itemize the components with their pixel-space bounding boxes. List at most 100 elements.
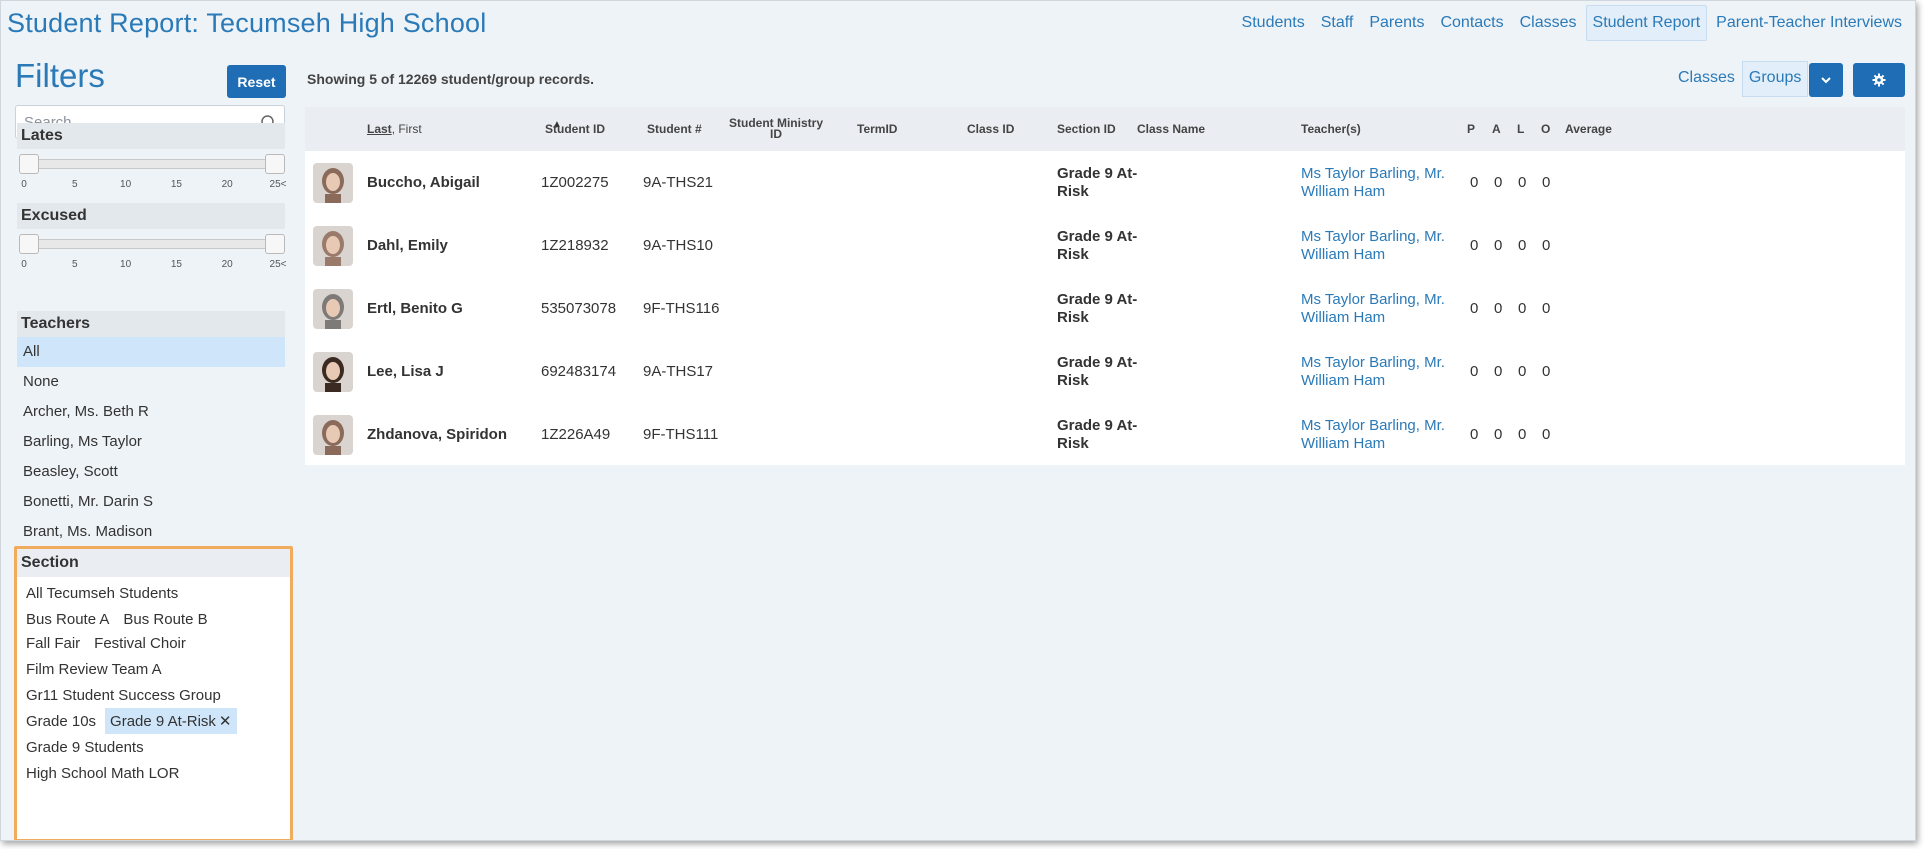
- reset-button[interactable]: Reset: [227, 65, 286, 98]
- teacher-link[interactable]: Ms Taylor Barling, Mr. William Ham: [1301, 354, 1461, 390]
- student-name[interactable]: Lee, Lisa J: [367, 340, 444, 403]
- col-l[interactable]: L: [1517, 107, 1524, 151]
- section-row: High School Math LOR: [21, 759, 188, 787]
- teacher-item[interactable]: Beasley, Scott: [17, 457, 285, 487]
- section-chip[interactable]: Grade 10s: [21, 709, 101, 734]
- student-number-cell-text: 9A-THS17: [643, 363, 714, 380]
- teacher-link[interactable]: Ms Taylor Barling, Mr. William Ham: [1301, 291, 1461, 327]
- nav-link-student-report[interactable]: Student Report: [1585, 5, 1708, 41]
- section-id-cell: Grade 9 At-Risk: [1057, 277, 1153, 340]
- excused-tick-label: 5: [72, 259, 78, 270]
- lates-slider-max-handle[interactable]: [265, 154, 285, 174]
- a-cell-text: 0: [1494, 300, 1503, 317]
- teachers-cell[interactable]: Ms Taylor Barling, Mr. William Ham: [1301, 277, 1461, 340]
- col-class-name[interactable]: Class Name: [1137, 107, 1205, 151]
- section-chip-label: Fall Fair: [26, 634, 81, 652]
- student-name[interactable]: Zhdanova, Spiridon: [367, 403, 507, 466]
- view-toggle-classes[interactable]: Classes: [1671, 61, 1742, 97]
- o-cell: 0: [1542, 214, 1550, 277]
- nav-link-parents[interactable]: Parents: [1362, 5, 1431, 41]
- section-row: Fall Fair Festival Choir: [21, 629, 195, 657]
- records-count: Showing 5 of 12269 student/group records…: [307, 71, 595, 87]
- section-chip[interactable]: Grade 9 At-Risk ✕: [105, 708, 237, 734]
- table-row[interactable]: Zhdanova, Spiridon 1Z226A49 9F-THS111 Grade…: [305, 403, 1905, 466]
- section-chip-label: Gr11 Student Success Group: [26, 686, 221, 704]
- section-chip[interactable]: Fall Fair: [21, 631, 85, 656]
- student-name[interactable]: Buccho, Abigail: [367, 151, 480, 214]
- teacher-link[interactable]: Ms Taylor Barling, Mr. William Ham: [1301, 228, 1461, 264]
- lates-slider-track[interactable]: [25, 159, 279, 169]
- col-ministry-id[interactable]: Student Ministry ID: [723, 107, 829, 151]
- settings-button[interactable]: [1853, 63, 1905, 97]
- nav-link-classes[interactable]: Classes: [1513, 5, 1584, 41]
- student-name-text[interactable]: Dahl, Emily: [367, 237, 448, 254]
- excused-slider-track[interactable]: [25, 239, 279, 249]
- table-row[interactable]: Lee, Lisa J 692483174 9A-THS17 Grade 9 At-R…: [305, 340, 1905, 403]
- teachers-cell[interactable]: Ms Taylor Barling, Mr. William Ham: [1301, 340, 1461, 403]
- remove-icon[interactable]: ✕: [219, 713, 232, 730]
- nav-link-students[interactable]: Students: [1235, 5, 1312, 41]
- student-number-cell: 9F-THS116: [643, 277, 719, 340]
- student-name-text[interactable]: Lee, Lisa J: [367, 363, 444, 380]
- col-class-id[interactable]: Class ID: [967, 107, 1014, 151]
- section-chip[interactable]: Bus Route A: [21, 607, 114, 632]
- lates-slider[interactable]: 0 5 10 15 20 25<: [19, 149, 286, 190]
- table-row[interactable]: Ertl, Benito G 535073078 9F-THS116 Grade 9 …: [305, 277, 1905, 340]
- nav-link-staff[interactable]: Staff: [1314, 5, 1361, 41]
- col-o[interactable]: O: [1541, 107, 1550, 151]
- col-name-first[interactable]: , First: [392, 123, 422, 135]
- student-number-cell-text: 9A-THS21: [643, 174, 714, 191]
- teachers-cell[interactable]: Ms Taylor Barling, Mr. William Ham: [1301, 151, 1461, 214]
- section-id-cell: Grade 9 At-Risk: [1057, 340, 1153, 403]
- col-section-id[interactable]: Section ID: [1057, 107, 1116, 151]
- col-student-number[interactable]: Student #: [647, 107, 702, 151]
- teacher-item[interactable]: Brant, Ms. Madison: [17, 517, 285, 541]
- col-name-last[interactable]: Last: [367, 123, 392, 135]
- col-p[interactable]: P: [1467, 107, 1475, 151]
- teacher-item[interactable]: Archer, Ms. Beth R: [17, 397, 285, 427]
- teacher-item[interactable]: All: [17, 337, 285, 367]
- table-row[interactable]: Dahl, Emily 1Z218932 9A-THS10 Grade 9 At-Ri…: [305, 214, 1905, 277]
- teacher-link[interactable]: Ms Taylor Barling, Mr. William Ham: [1301, 417, 1461, 453]
- section-chip[interactable]: Gr11 Student Success Group: [21, 683, 226, 708]
- col-name[interactable]: Last, First: [367, 107, 422, 151]
- p-cell: 0: [1470, 403, 1478, 466]
- teacher-link[interactable]: Ms Taylor Barling, Mr. William Ham: [1301, 165, 1461, 201]
- teachers-cell[interactable]: Ms Taylor Barling, Mr. William Ham: [1301, 403, 1461, 466]
- nav-link-contacts[interactable]: Contacts: [1433, 5, 1510, 41]
- col-student-id[interactable]: Student ID: [545, 107, 605, 151]
- section-chip[interactable]: All Tecumseh Students: [21, 581, 183, 606]
- teacher-item[interactable]: None: [17, 367, 285, 397]
- view-toggle-groups[interactable]: Groups: [1741, 61, 1809, 97]
- student-name[interactable]: Ertl, Benito G: [367, 277, 463, 340]
- col-a[interactable]: A: [1492, 107, 1501, 151]
- student-name-text[interactable]: Buccho, Abigail: [367, 174, 480, 191]
- student-name-text[interactable]: Zhdanova, Spiridon: [367, 426, 507, 443]
- excused-slider-max-handle[interactable]: [265, 234, 285, 254]
- col-teachers[interactable]: Teacher(s): [1301, 107, 1361, 151]
- teacher-item[interactable]: Bonetti, Mr. Darin S: [17, 487, 285, 517]
- teachers-cell[interactable]: Ms Taylor Barling, Mr. William Ham: [1301, 214, 1461, 277]
- dropdown-button[interactable]: [1809, 63, 1843, 97]
- student-name[interactable]: Dahl, Emily: [367, 214, 448, 277]
- nav-link-parent-teacher-interviews[interactable]: Parent-Teacher Interviews: [1709, 5, 1909, 41]
- student-name-text[interactable]: Ertl, Benito G: [367, 300, 463, 317]
- excused-slider-min-handle[interactable]: [19, 234, 39, 254]
- p-cell-text: 0: [1470, 426, 1479, 443]
- lates-slider-min-handle[interactable]: [19, 154, 39, 174]
- col-average[interactable]: Average: [1565, 107, 1612, 151]
- excused-slider[interactable]: 0 5 10 15 20 25<: [19, 229, 286, 270]
- section-chip[interactable]: High School Math LOR: [21, 761, 184, 786]
- section-id-text: Grade 9 At-Risk: [1057, 416, 1138, 452]
- lates-tick-label: 0: [21, 179, 27, 190]
- section-chip[interactable]: Grade 9 Students: [21, 735, 149, 760]
- col-term-id[interactable]: TermID: [857, 107, 897, 151]
- l-cell: 0: [1518, 403, 1526, 466]
- teacher-item[interactable]: Barling, Ms Taylor: [17, 427, 285, 457]
- section-chip[interactable]: Film Review Team A: [21, 657, 167, 682]
- table-row[interactable]: Buccho, Abigail 1Z002275 9A-THS21 Grade 9 A…: [305, 151, 1905, 214]
- student-avatar: [313, 289, 353, 329]
- section-chip[interactable]: Bus Route B: [118, 607, 212, 632]
- a-cell: 0: [1494, 277, 1502, 340]
- section-chip[interactable]: Festival Choir: [89, 631, 191, 656]
